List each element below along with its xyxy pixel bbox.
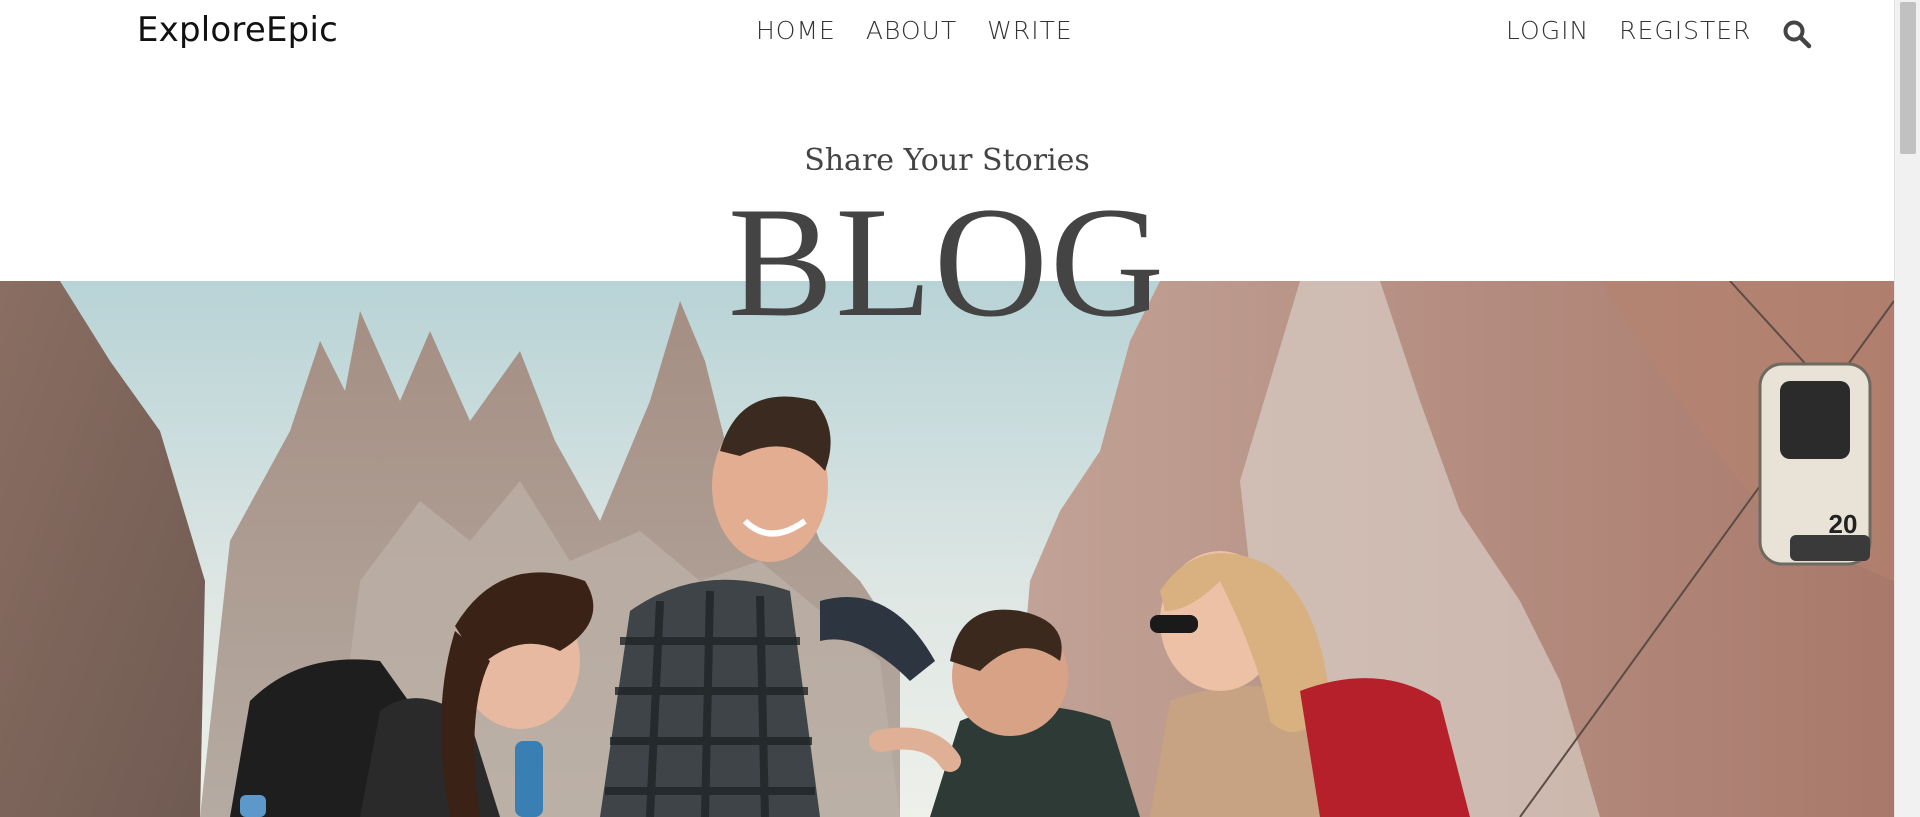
nav-register-link[interactable]: REGISTER: [1619, 16, 1751, 45]
search-icon[interactable]: [1782, 19, 1812, 49]
nav-write-link[interactable]: WRITE: [987, 16, 1073, 45]
nav-login-link[interactable]: LOGIN: [1506, 16, 1589, 45]
nav-home-link[interactable]: HOME: [756, 16, 836, 45]
account-nav: LOGIN REGISTER: [1506, 16, 1751, 45]
cable-car: 20: [1758, 362, 1872, 566]
hero-photo-illustration: 20: [0, 281, 1894, 817]
top-navigation: ExploreEpic HOME ABOUT WRITE LOGIN REGIS…: [0, 0, 1894, 64]
main-nav: HOME ABOUT WRITE: [756, 16, 1073, 45]
hero-subtitle: Share Your Stories: [804, 143, 1090, 178]
page-scrollbar[interactable]: [1894, 0, 1920, 817]
cable-car-number: 20: [1829, 509, 1858, 539]
blog-page: ExploreEpic HOME ABOUT WRITE LOGIN REGIS…: [0, 0, 1920, 817]
hero-image: 20: [0, 281, 1894, 817]
nav-about-link[interactable]: ABOUT: [866, 16, 957, 45]
scrollbar-thumb[interactable]: [1900, 2, 1916, 154]
hero-title: BLOG: [727, 175, 1167, 350]
site-logo[interactable]: ExploreEpic: [137, 10, 338, 50]
